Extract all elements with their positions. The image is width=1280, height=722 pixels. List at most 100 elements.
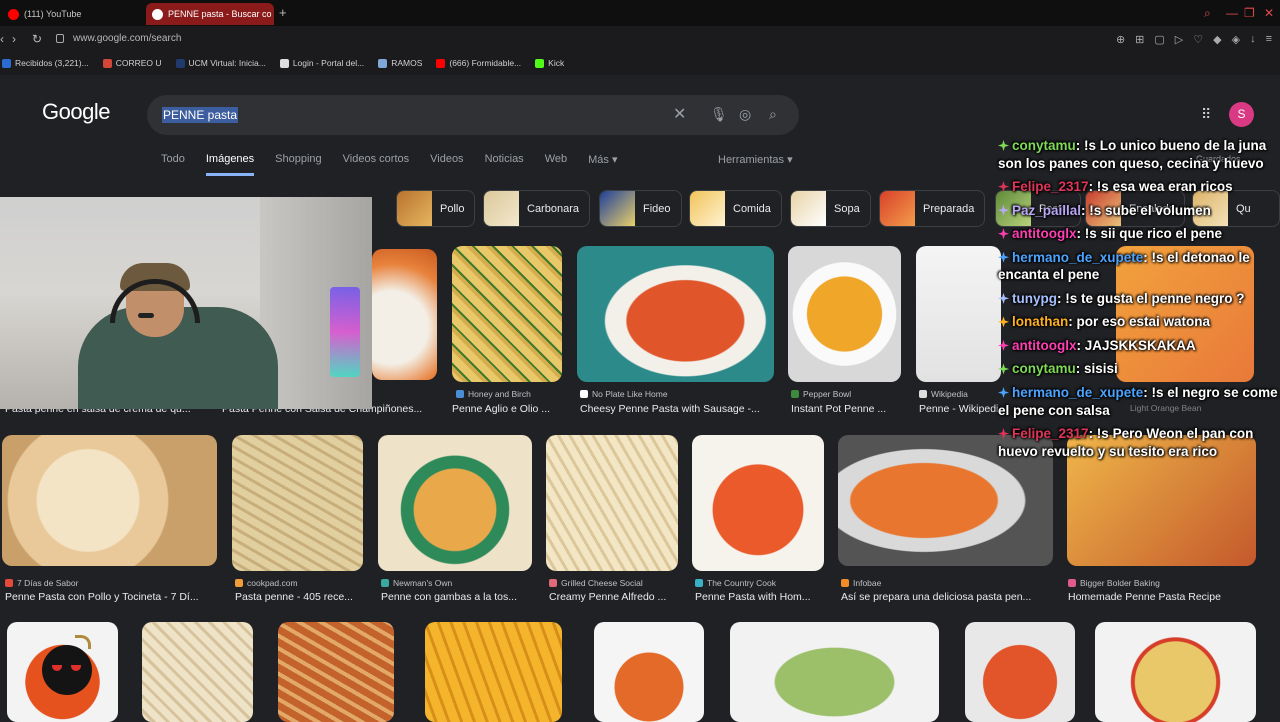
tab-mas[interactable]: Más ▾ [588,153,617,176]
result-title[interactable]: Penne Aglio e Olio ... [452,403,564,415]
result-source[interactable]: Bigger Bolder Baking [1068,578,1160,588]
chat-username[interactable]: hermano_de_xupete [1012,385,1143,400]
result-image[interactable] [425,622,562,722]
result-title[interactable]: Penne Pasta with Hom... [695,591,825,603]
tab-shopping[interactable]: Shopping [275,153,322,176]
result-image[interactable] [594,622,704,722]
chip-carbonara[interactable]: Carbonara [483,190,590,227]
bookmark-item[interactable]: CORREO U [102,54,162,72]
chip-preparada[interactable]: Preparada [879,190,986,227]
chat-username[interactable]: Paz_paillal [1012,203,1081,218]
result-image[interactable] [916,246,1001,382]
result-title[interactable]: Cheesy Penne Pasta with Sausage -... [580,403,775,415]
result-image[interactable] [142,622,253,722]
result-title[interactable]: Creamy Penne Alfredo ... [549,591,679,603]
apps-grid-icon[interactable]: ⠿ [1201,106,1211,123]
play-icon[interactable]: ▷ [1175,33,1183,46]
chat-username[interactable]: tunypg [1012,291,1057,306]
result-title[interactable]: Penne - Wikipedia [919,403,999,415]
tab-videos-cortos[interactable]: Videos cortos [343,153,409,176]
tab-web[interactable]: Web [545,153,567,176]
tab-noticias[interactable]: Noticias [485,153,524,176]
google-logo[interactable]: Google [42,99,110,125]
bookmark-item[interactable]: Recibidos (3,221)... [2,54,89,72]
zoom-icon[interactable]: ⊕ [1116,33,1125,46]
window-close-icon[interactable]: ✕ [1264,6,1274,20]
result-title[interactable]: Así se prepara una deliciosa pasta pen..… [841,591,1053,603]
chat-username[interactable]: hermano_de_xupete [1012,250,1143,265]
menu-icon[interactable]: ≡ [1266,33,1272,46]
bookmark-item[interactable]: Login - Portal del... [279,54,364,72]
result-title[interactable]: Pasta penne - 405 rece... [235,591,363,603]
bookmark-item[interactable]: RAMOS [378,54,422,72]
result-source[interactable]: Honey and Birch [456,389,531,399]
result-source[interactable]: Newman's Own [381,578,452,588]
result-source[interactable]: Grilled Cheese Social [549,578,643,588]
forward-icon[interactable]: › [12,32,16,46]
result-image[interactable] [788,246,901,382]
chat-username[interactable]: antitooglx [1012,226,1077,241]
tab-todo[interactable]: Todo [161,153,185,176]
maximize-icon[interactable]: ❐ [1244,6,1255,20]
result-source[interactable]: 7 Días de Sabor [5,578,78,588]
search-tabs-icon[interactable]: ⌕ [1204,6,1211,21]
result-image[interactable] [1095,622,1256,722]
result-source[interactable]: Infobae [841,578,881,588]
result-image[interactable] [546,435,678,571]
result-image[interactable] [2,435,217,566]
result-image[interactable] [278,622,394,722]
result-source[interactable]: cookpad.com [235,578,298,588]
bookmark-item[interactable]: Kick [535,54,564,72]
result-title[interactable]: Penne Pasta con Pollo y Tocineta - 7 Dí.… [5,591,217,603]
result-source[interactable]: Wikipedia [919,389,968,399]
bookmark-item[interactable]: (666) Formidable... [436,54,521,72]
extension-icon[interactable]: ◈ [1232,33,1240,46]
chat-username[interactable]: Felipe_2317 [1012,179,1089,194]
avatar[interactable]: S [1229,102,1254,127]
chat-username[interactable]: conytamu [1012,361,1076,376]
chat-username[interactable]: conytamu [1012,138,1076,153]
extension-icon[interactable]: ⊞ [1135,33,1144,46]
result-source[interactable]: Pepper Bowl [791,389,851,399]
tab-google-search[interactable]: PENNE pasta - Buscar co ✕ [146,3,274,25]
chat-username[interactable]: antitooglx [1012,338,1077,353]
tab-youtube[interactable]: (111) YouTube [2,3,142,25]
result-image[interactable] [232,435,363,571]
chip-fideo[interactable]: Fideo [599,190,682,227]
tools-button[interactable]: Herramientas ▾ [718,153,793,166]
result-image[interactable] [730,622,939,722]
new-tab-icon[interactable]: + [279,5,287,20]
chat-username[interactable]: lonathan [1012,314,1068,329]
result-image[interactable] [577,246,774,382]
minimize-icon[interactable]: — [1226,6,1238,20]
result-source[interactable]: No Plate Like Home [580,389,668,399]
result-image[interactable] [965,622,1075,722]
heart-icon[interactable]: ♡ [1193,33,1203,46]
result-title[interactable]: Penne con gambas a la tos... [381,591,533,603]
download-icon[interactable]: ↓ [1250,33,1256,46]
screenshot-icon[interactable]: ▢ [1154,33,1164,46]
result-image[interactable] [692,435,824,571]
search-icon[interactable]: ⌕ [769,106,777,123]
result-image[interactable] [378,435,532,571]
back-icon[interactable]: ‹ [0,32,4,46]
puzzle-icon[interactable]: ◆ [1213,33,1221,46]
reload-icon[interactable]: ↻ [32,32,42,46]
result-source[interactable]: The Country Cook [695,578,776,588]
address-bar[interactable]: www.google.com/search [73,33,181,44]
result-image[interactable] [452,246,562,382]
result-title[interactable]: Instant Pot Penne ... [791,403,901,415]
chip-comida[interactable]: Comida [689,190,782,227]
search-box[interactable]: PENNE pasta ✕ 🎙 ◎ ⌕ [147,95,799,135]
result-title[interactable]: Homemade Penne Pasta Recipe [1068,591,1268,603]
tab-imagenes[interactable]: Imágenes [205,153,255,176]
microphone-icon[interactable]: 🎙 [710,106,728,123]
camera-lens-icon[interactable]: ◎ [739,106,751,123]
bookmark-item[interactable]: UCM Virtual: Inicia... [175,54,266,72]
tab-videos[interactable]: Videos [430,153,463,176]
result-image[interactable] [372,249,437,380]
chip-sopa[interactable]: Sopa [790,190,871,227]
search-input[interactable]: PENNE pasta [162,107,239,123]
clear-icon[interactable]: ✕ [673,104,686,124]
chat-username[interactable]: Felipe_2317 [1012,426,1089,441]
